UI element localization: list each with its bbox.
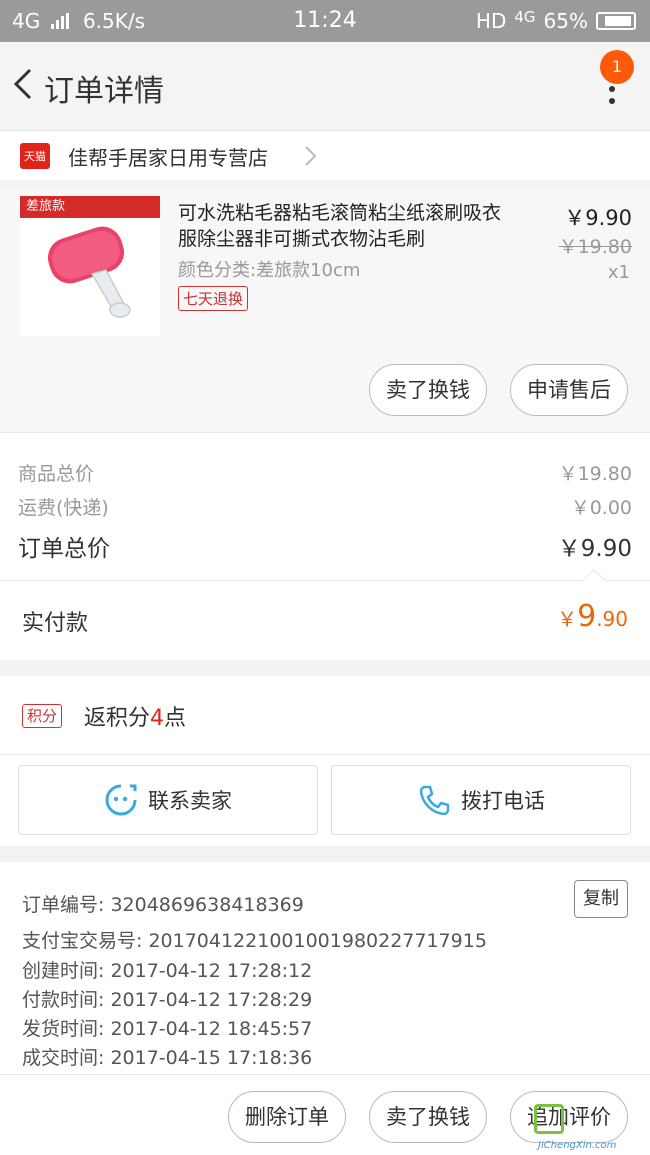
items-total-row: 商品总价 ￥19.80 (18, 459, 632, 486)
shipping-value: ￥0.00 (570, 497, 632, 519)
contact-section: 联系卖家 拨打电话 (0, 754, 650, 846)
order-number: 订单编号: 3204869638418369 (22, 894, 304, 916)
call-phone-button[interactable]: 拨打电话 (331, 765, 631, 835)
actual-payment-row: 实付款 ￥9.90 (0, 569, 650, 660)
contact-seller-label: 联系卖家 (148, 789, 232, 813)
delete-order-button[interactable]: 删除订单 (228, 1091, 346, 1143)
goods-card[interactable]: 差旅款 可水洗粘毛器粘毛滚筒粘尘纸滚刷吸衣服除尘器非可撕式衣物沾毛刷 颜色分类:… (0, 188, 650, 432)
payment-integer: 9 (577, 599, 597, 634)
product-price: ￥9.90 (564, 206, 632, 230)
product-title[interactable]: 可水洗粘毛器粘毛滚筒粘尘纸滚刷吸衣服除尘器非可撕式衣物沾毛刷 (178, 200, 518, 252)
battery-icon (596, 12, 636, 30)
battery-percent: 65% (543, 9, 588, 33)
chevron-right-icon (305, 146, 317, 166)
copy-button[interactable]: 复制 (574, 880, 628, 918)
order-total-row: 订单总价 ￥9.90 (18, 529, 632, 563)
completed-time: 成交时间: 2017-04-15 17:18:36 (22, 1047, 313, 1069)
points-suffix: 点 (164, 706, 187, 731)
items-total-value: ￥19.80 (558, 463, 632, 485)
points-prefix: 返积分 (84, 706, 151, 731)
phone-icon (419, 785, 450, 816)
points-number: 4 (150, 706, 165, 731)
watermark-logo: JiChengXin.com (534, 1100, 644, 1151)
after-sale-button[interactable]: 申请售后 (510, 364, 628, 416)
shop-row[interactable]: 天猫 佳帮手居家日用专营店 (0, 130, 650, 180)
status-right: HD 4G 65% (475, 8, 636, 33)
return-policy-badge: 七天退换 (178, 286, 249, 311)
shipping-label: 运费(快递) (18, 497, 109, 519)
notification-badge: 1 (600, 50, 634, 84)
sell-button[interactable]: 卖了换钱 (369, 364, 487, 416)
product-original-price: ￥19.80 (558, 236, 632, 258)
product-quantity: x1 (607, 262, 630, 283)
tmall-icon: 天猫 (20, 143, 50, 169)
product-spec: 颜色分类:差旅款10cm (178, 260, 361, 281)
points-text: 返积分4点 (84, 700, 186, 732)
payment-decimal: .90 (596, 607, 628, 631)
page-title: 订单详情 (44, 74, 164, 109)
order-total-label: 订单总价 (18, 536, 110, 562)
shipped-time: 发货时间: 2017-04-12 18:45:57 (22, 1018, 313, 1040)
nav-bar: 订单详情 1 (0, 42, 650, 130)
paid-time: 付款时间: 2017-04-12 17:28:29 (22, 989, 313, 1011)
actual-payment-value: ￥9.90 (557, 599, 628, 634)
created-time: 创建时间: 2017-04-12 17:28:12 (22, 960, 313, 982)
points-tag: 积分 (22, 704, 63, 728)
alipay-number: 支付宝交易号: 2017041221001001980227717915 (22, 930, 487, 952)
status-bar: 4G 6.5K/s 11:24 HD 4G 65% (0, 0, 650, 42)
items-total-label: 商品总价 (18, 463, 95, 485)
shop-name: 佳帮手居家日用专营店 (68, 146, 268, 170)
chat-face-icon (105, 784, 137, 816)
points-row: 积分 返积分4点 (0, 676, 650, 754)
contact-seller-button[interactable]: 联系卖家 (18, 765, 318, 835)
product-image[interactable]: 差旅款 (20, 196, 160, 336)
network-type-right: 4G (514, 8, 536, 26)
price-summary: 商品总价 ￥19.80 运费(快递) ￥0.00 订单总价 ￥9.90 (0, 432, 650, 580)
actual-payment-label: 实付款 (22, 611, 89, 636)
watermark-text: JiChengXin.com (538, 1140, 617, 1151)
currency-symbol: ￥ (557, 607, 578, 631)
order-total-value: ￥9.90 (557, 536, 632, 562)
bottom-sell-button[interactable]: 卖了换钱 (369, 1091, 487, 1143)
watermark-icon (534, 1104, 564, 1134)
hd-indicator: HD (475, 9, 507, 33)
shipping-row: 运费(快递) ￥0.00 (18, 493, 632, 520)
back-arrow-icon[interactable] (8, 64, 38, 104)
pointer-notch (582, 569, 606, 581)
lint-roller-image (47, 226, 131, 318)
call-phone-label: 拨打电话 (461, 789, 545, 813)
order-info: 订单编号: 3204869638418369 复制 支付宝交易号: 201704… (0, 862, 650, 1074)
